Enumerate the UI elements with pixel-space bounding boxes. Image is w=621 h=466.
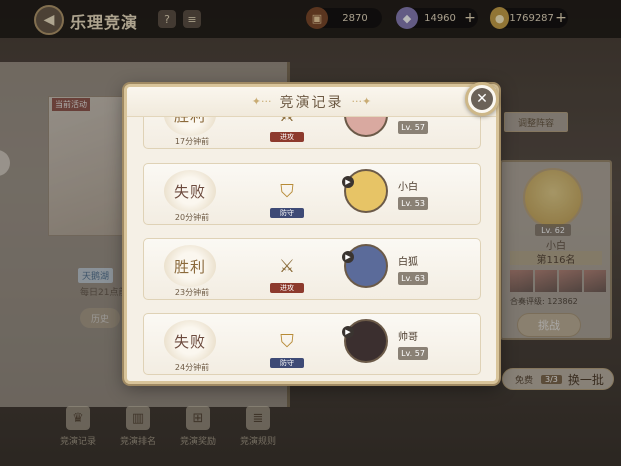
mode-tag: 防守 — [270, 358, 304, 368]
record-time: 17分钟前 — [174, 137, 210, 146]
modal-title: 竞演记录 — [279, 94, 344, 111]
mode-tag: 进攻 — [270, 132, 304, 142]
opponent-level: Lv. 63 — [398, 272, 428, 285]
opponent-name: 帅哥 — [398, 332, 418, 343]
close-icon: ✕ — [471, 88, 493, 110]
shield-icon: ⛉ — [280, 330, 294, 352]
mode-tag: 防守 — [270, 208, 304, 218]
avatar-ring — [346, 117, 386, 135]
record-list[interactable]: 胜利 17分钟前 ⚔ 进攻 ▶ Lv. 57 失败 20分钟前 ⛉ 防守 ▶ 小… — [127, 117, 496, 381]
opponent-avatar[interactable] — [344, 117, 388, 137]
play-icon: ▶ — [342, 176, 354, 188]
close-button[interactable]: ✕ — [465, 82, 499, 116]
record-row[interactable]: 失败 20分钟前 ⛉ 防守 ▶ 小白 Lv. 53 — [143, 163, 481, 225]
opponent-level: Lv. 57 — [398, 121, 428, 134]
battle-record-modal: ✦··· 竞演记录 ···✦ 胜利 17分钟前 ⚔ 进攻 ▶ Lv. 57 失败… — [124, 84, 499, 384]
play-icon: ▶ — [342, 251, 354, 263]
play-icon: ▶ — [342, 326, 354, 338]
ornament-icon: ✦··· — [251, 95, 272, 108]
ornament-icon: ···✦ — [351, 95, 372, 108]
crossed-swords-icon: ⚔ — [276, 117, 298, 128]
modal-header: ✦··· 竞演记录 ···✦ — [127, 87, 496, 117]
crossed-swords-icon: ⚔ — [278, 255, 296, 277]
result-seal: 胜利 — [164, 245, 216, 287]
record-row[interactable]: 胜利 23分钟前 ⚔ 进攻 ▶ 白狐 Lv. 63 — [143, 238, 481, 300]
result-seal: 胜利 — [164, 117, 216, 136]
record-time: 20分钟前 — [174, 213, 210, 222]
record-time: 24分钟前 — [174, 363, 210, 372]
record-time: 23分钟前 — [174, 288, 210, 297]
result-seal: 失败 — [164, 170, 216, 212]
opponent-name: 小白 — [398, 182, 418, 193]
record-row[interactable]: 胜利 17分钟前 ⚔ 进攻 ▶ Lv. 57 — [143, 117, 481, 149]
opponent-level: Lv. 53 — [398, 197, 428, 210]
mode-tag: 进攻 — [270, 283, 304, 293]
record-row[interactable]: 失败 24分钟前 ⛉ 防守 ▶ 帅哥 Lv. 57 — [143, 313, 481, 375]
result-seal: 失败 — [164, 320, 216, 362]
opponent-name: 白狐 — [398, 257, 418, 268]
shield-icon: ⛉ — [280, 180, 294, 202]
opponent-level: Lv. 57 — [398, 347, 428, 360]
